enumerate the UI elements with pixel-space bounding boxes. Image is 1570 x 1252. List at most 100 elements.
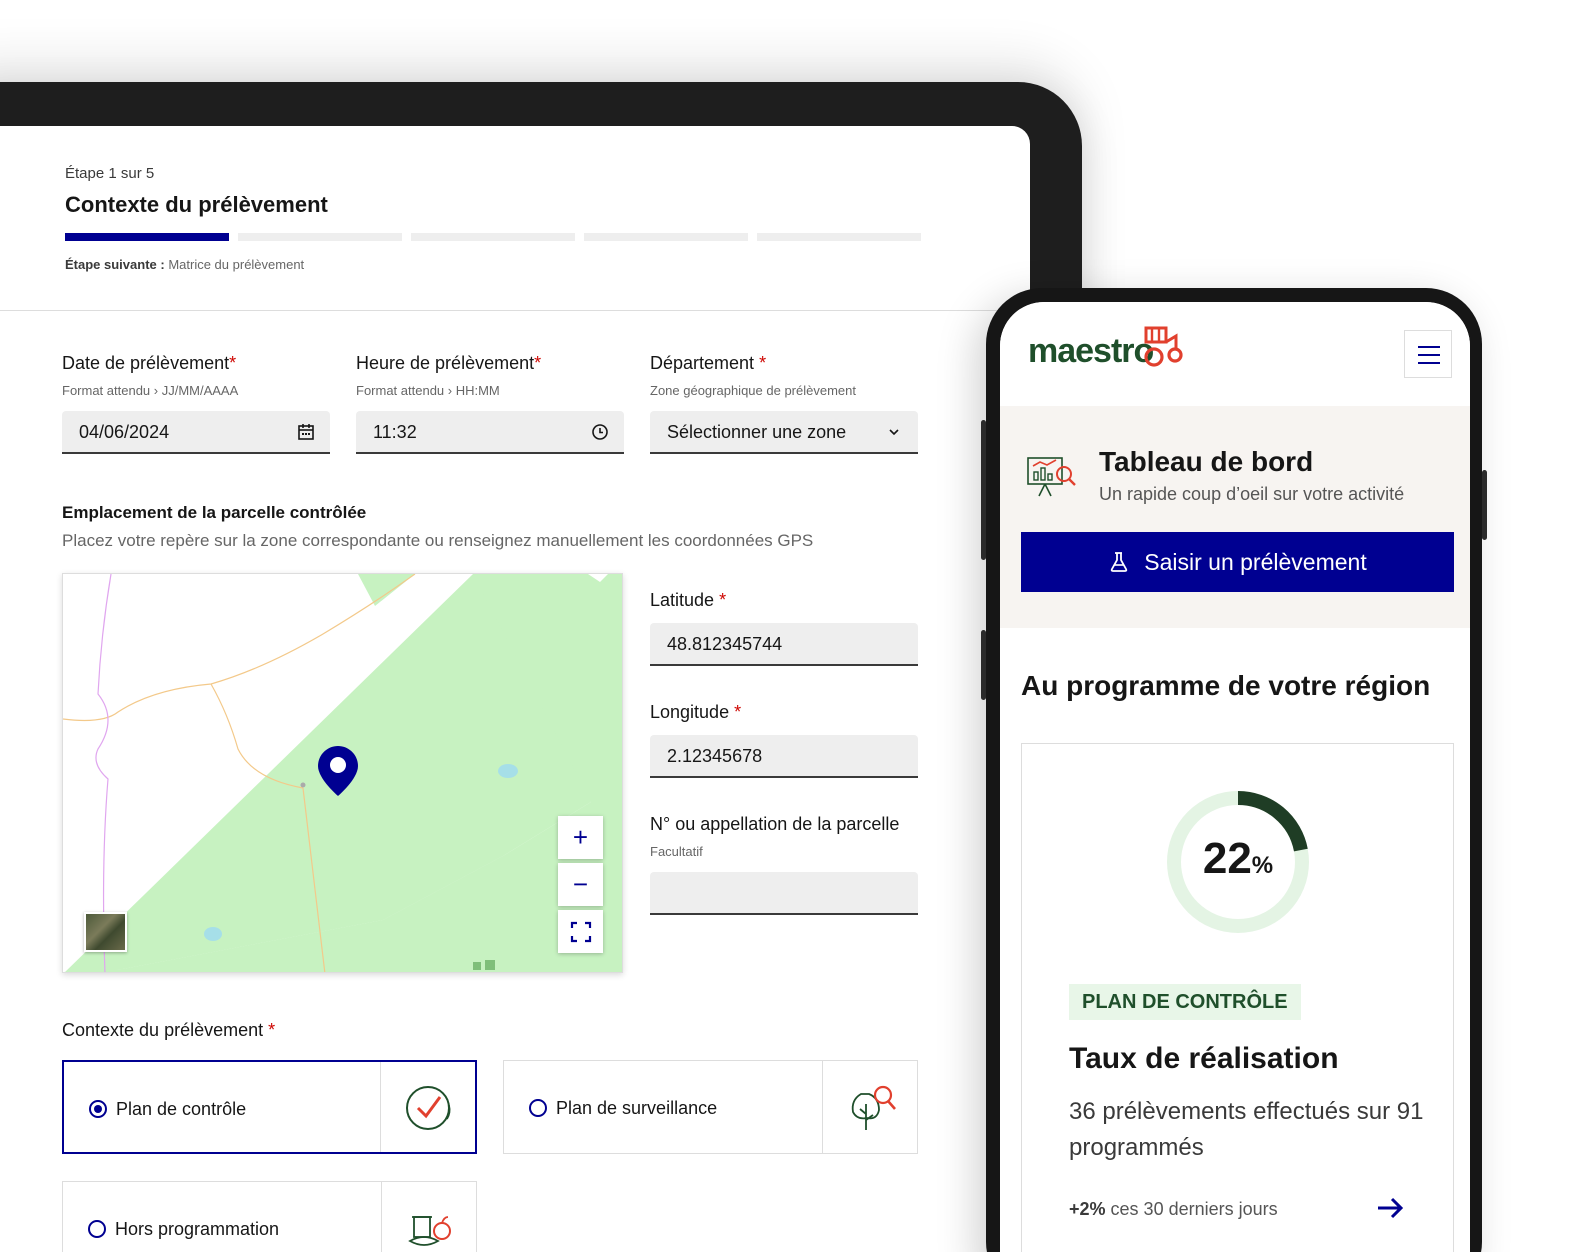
department-hint: Zone géographique de prélèvement	[650, 383, 856, 398]
radio-label: Hors programmation	[115, 1219, 280, 1239]
step-count: Étape 1 sur 5	[65, 165, 155, 182]
clock-icon[interactable]	[590, 422, 610, 442]
fullscreen-icon	[570, 921, 591, 942]
fullscreen-button[interactable]	[558, 910, 603, 953]
new-sample-label: Saisir un prélèvement	[1144, 548, 1367, 575]
parcel-hint: Facultatif	[650, 844, 703, 859]
map-pin-icon[interactable]	[316, 744, 360, 798]
radio-button[interactable]	[88, 1220, 106, 1238]
step-title: Contexte du prélèvement	[65, 192, 328, 217]
dashboard-banner: Tableau de bord Un rapide coup d’oeil su…	[1000, 406, 1470, 628]
status-badge: PLAN DE CONTRÔLE	[1069, 984, 1301, 1020]
zoom-out-button[interactable]: −	[558, 863, 603, 906]
longitude-label: Longitude	[650, 702, 730, 722]
required-mark: *	[229, 353, 237, 373]
context-label: Contexte du prélèvement	[62, 1020, 264, 1040]
radio-hors-programmation[interactable]: Hors programmation	[62, 1181, 477, 1252]
maestro-logo[interactable]: maestro	[1028, 332, 1154, 371]
parcel-field: N° ou appellation de la parcelle Faculta…	[650, 814, 899, 859]
satellite-layer-toggle[interactable]	[84, 912, 127, 952]
card-title: Taux de réalisation	[1069, 1042, 1339, 1075]
longitude-field: Longitude *	[650, 702, 741, 723]
next-step-value: Matrice du prélèvement	[168, 257, 305, 272]
step-segment	[584, 233, 748, 241]
latitude-input[interactable]: 48.812345744	[650, 623, 918, 666]
divider	[822, 1061, 823, 1153]
trend-text: +2% ces 30 derniers jours	[1069, 1199, 1278, 1220]
required-mark: *	[534, 353, 542, 373]
dashboard-title: Tableau de bord	[1099, 446, 1314, 477]
hamburger-menu-icon	[1418, 346, 1440, 348]
step-segment	[411, 233, 575, 241]
context-field: Contexte du prélèvement *	[62, 1020, 275, 1041]
required-mark: *	[734, 702, 742, 722]
department-field: Département * Zone géographique de prélè…	[650, 353, 856, 398]
date-value: 04/06/2024	[79, 422, 170, 442]
radio-button[interactable]	[89, 1100, 107, 1118]
date-input[interactable]: 04/06/2024	[62, 411, 330, 454]
tractor-logo-icon	[1144, 326, 1183, 367]
parcel-label: N° ou appellation de la parcelle	[650, 814, 900, 834]
date-hint: Format attendu › JJ/MM/AAAA	[62, 383, 239, 398]
card-description: 36 prélèvements effectués sur 91 program…	[1069, 1098, 1424, 1161]
mobile-header: maestro	[1000, 302, 1470, 406]
next-step-label: Étape suivante :	[65, 257, 165, 272]
radio-button[interactable]	[529, 1099, 547, 1117]
hamburger-menu-icon	[1418, 354, 1440, 356]
parcel-map[interactable]: + −	[62, 573, 623, 973]
step-segment	[65, 233, 229, 241]
dashboard-subtitle: Un rapide coup d’oeil sur votre activité	[1099, 484, 1405, 504]
time-label: Heure de prélèvement	[356, 353, 535, 373]
chevron-down-icon	[889, 429, 899, 436]
calendar-icon[interactable]	[296, 422, 316, 442]
department-value: Sélectionner une zone	[667, 422, 847, 442]
mobile-dashboard-screen: maestro Tableau de bord Un rapide coup d…	[1000, 302, 1470, 1252]
longitude-input[interactable]: 2.12345678	[650, 735, 918, 778]
location-description: Placez votre repère sur la zone correspo…	[62, 531, 814, 550]
divider	[381, 1182, 382, 1252]
department-select[interactable]: Sélectionner une zone	[650, 411, 918, 454]
phone-side-button	[1482, 470, 1487, 540]
radio-label: Plan de surveillance	[556, 1098, 718, 1118]
check-circle-icon	[406, 1086, 451, 1130]
phone-side-button	[981, 630, 986, 700]
department-label: Département	[650, 353, 755, 373]
required-mark: *	[759, 353, 767, 373]
date-field: Date de prélèvement* Format attendu › JJ…	[62, 353, 238, 398]
time-value: 11:32	[373, 422, 417, 442]
divider	[0, 310, 1030, 311]
phone-side-button	[981, 420, 986, 560]
latitude-field: Latitude *	[650, 590, 726, 611]
longitude-value: 2.12345678	[667, 746, 763, 766]
latitude-label: Latitude	[650, 590, 715, 610]
next-step: Étape suivante : Matrice du prélèvement	[65, 257, 304, 272]
time-hint: Format attendu › HH:MM	[356, 383, 500, 398]
radio-label: Plan de contrôle	[116, 1099, 247, 1119]
radio-plan-de-controle[interactable]: Plan de contrôle	[62, 1060, 477, 1154]
menu-button[interactable]	[1404, 330, 1452, 378]
percent-unit: %	[1251, 852, 1274, 879]
hamburger-menu-icon	[1418, 362, 1440, 364]
arrow-right-icon[interactable]	[1375, 1193, 1405, 1223]
sample-flask-icon	[1111, 552, 1128, 572]
tree-search-icon	[851, 1085, 896, 1130]
step-progress	[65, 233, 921, 241]
time-field: Heure de prélèvement* Format attendu › H…	[356, 353, 541, 398]
sample-form-screen: Étape 1 sur 5 Contexte du prélèvement Ét…	[0, 126, 1030, 1252]
step-segment	[238, 233, 402, 241]
produce-icon	[408, 1216, 451, 1246]
zoom-in-button[interactable]: +	[558, 816, 603, 859]
completion-rate-card[interactable]: 22% PLAN DE CONTRÔLE Taux de réalisation…	[1021, 743, 1454, 1252]
divider	[380, 1062, 381, 1152]
parcel-input[interactable]	[650, 872, 918, 915]
location-title: Emplacement de la parcelle contrôlée	[62, 503, 367, 522]
new-sample-button[interactable]: Saisir un prélèvement	[1021, 532, 1454, 592]
dashboard-chart-icon	[1027, 457, 1076, 497]
region-title: Au programme de votre région	[1021, 670, 1431, 701]
radio-plan-de-surveillance[interactable]: Plan de surveillance	[503, 1060, 918, 1154]
required-mark: *	[719, 590, 727, 610]
date-label: Date de prélèvement	[62, 353, 230, 373]
time-input[interactable]: 11:32	[356, 411, 624, 454]
step-segment	[757, 233, 921, 241]
trend-label: ces 30 derniers jours	[1110, 1199, 1278, 1219]
